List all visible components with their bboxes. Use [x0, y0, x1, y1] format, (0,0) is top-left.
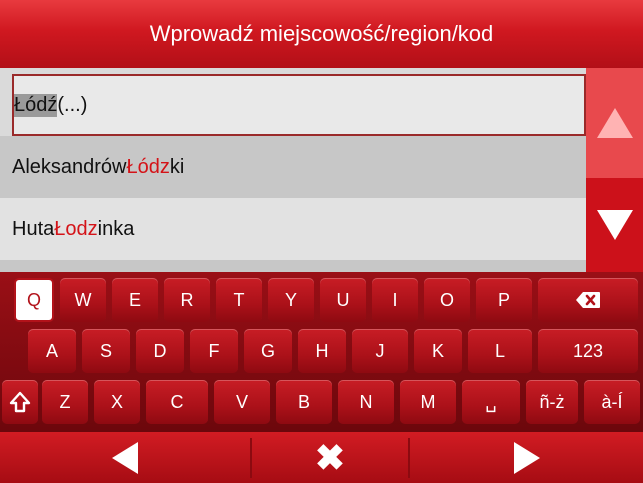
shift-key[interactable]	[2, 380, 38, 424]
key-w[interactable]: W	[60, 278, 106, 322]
list-item[interactable]: Aleksandrów Łódz ki	[0, 136, 586, 198]
key-j[interactable]: J	[352, 329, 408, 373]
arrow-up-icon	[596, 108, 633, 138]
results-panel: Łódź (...) Aleksandrów Łódz ki Huta Łodz i…	[0, 68, 643, 272]
key-t[interactable]: T	[216, 278, 262, 322]
key-h[interactable]: H	[298, 329, 346, 373]
key-g[interactable]: G	[244, 329, 292, 373]
key-i[interactable]: I	[372, 278, 418, 322]
match-highlight: Łódz	[126, 155, 170, 178]
key-k[interactable]: K	[414, 329, 462, 373]
back-arrow-icon	[112, 441, 138, 474]
key-o[interactable]: O	[424, 278, 470, 322]
results-list: Łódź (...) Aleksandrów Łódz ki Huta Łodz i…	[0, 68, 586, 272]
key-x[interactable]: X	[94, 380, 140, 424]
on-screen-keyboard: Q W E R T Y U I O P A S D F G H J K L 12…	[0, 272, 643, 432]
scroll-up-button[interactable]	[586, 68, 643, 178]
key-y[interactable]: Y	[268, 278, 314, 322]
cancel-button[interactable]: ✖	[252, 432, 408, 483]
forward-arrow-icon	[513, 441, 540, 474]
key-r[interactable]: R	[164, 278, 210, 322]
key-l[interactable]: L	[468, 329, 532, 373]
key-z[interactable]: Z	[42, 380, 88, 424]
key-u[interactable]: U	[320, 278, 366, 322]
key-e[interactable]: E	[112, 278, 158, 322]
key-c[interactable]: C	[146, 380, 208, 424]
special-chars-key-n-z[interactable]: ñ-ż	[526, 380, 578, 424]
close-icon: ✖	[314, 436, 346, 478]
scrollbar[interactable]	[586, 68, 643, 272]
backspace-icon	[576, 292, 600, 308]
space-key[interactable]: ␣	[462, 380, 520, 424]
input-rest-text: (...)	[57, 93, 88, 116]
page-title: Wprowadź miejscowość/region/kod	[149, 21, 494, 46]
key-m[interactable]: M	[400, 380, 456, 424]
special-chars-key-a-i[interactable]: à-Í	[584, 380, 640, 424]
key-q[interactable]: Q	[14, 278, 54, 322]
key-b[interactable]: B	[276, 380, 332, 424]
forward-button[interactable]	[410, 432, 643, 483]
key-d[interactable]: D	[136, 329, 184, 373]
backspace-button[interactable]	[538, 278, 638, 322]
shift-icon	[9, 391, 31, 413]
key-a[interactable]: A	[28, 329, 76, 373]
bottom-navigation: ✖	[0, 432, 643, 483]
key-n[interactable]: N	[338, 380, 394, 424]
list-item[interactable]: Huta Łodz inka	[0, 198, 586, 260]
input-selected-text: Łódź	[14, 93, 58, 117]
search-input[interactable]: Łódź (...)	[12, 74, 586, 136]
key-s[interactable]: S	[82, 329, 130, 373]
key-p[interactable]: P	[476, 278, 532, 322]
list-item-partial	[0, 260, 586, 272]
title-bar: Wprowadź miejscowość/region/kod	[0, 0, 643, 68]
match-highlight: Łodz	[54, 217, 98, 240]
back-button[interactable]	[0, 432, 250, 483]
numbers-key[interactable]: 123	[538, 329, 638, 373]
arrow-down-icon	[596, 210, 633, 240]
key-v[interactable]: V	[214, 380, 270, 424]
scroll-down-button[interactable]	[586, 178, 643, 272]
key-f[interactable]: F	[190, 329, 238, 373]
